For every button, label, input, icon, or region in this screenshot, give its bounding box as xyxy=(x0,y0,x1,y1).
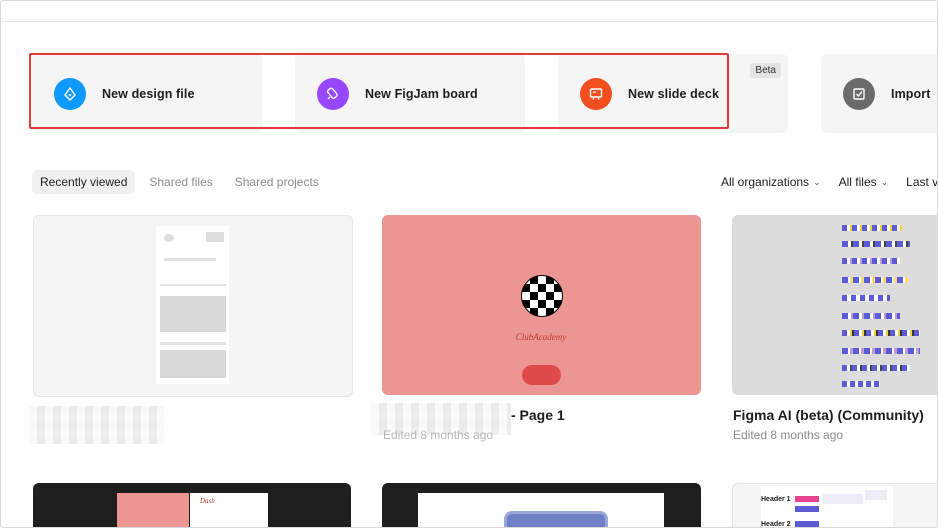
component-grid-preview xyxy=(840,225,920,387)
tab-shared-files[interactable]: Shared files xyxy=(141,170,220,194)
organizations-filter-label: All organizations xyxy=(721,175,810,189)
file-thumbnail[interactable]: ClubAcademy xyxy=(382,215,701,395)
chevron-down-icon: ⌄ xyxy=(880,176,889,187)
new-slide-deck-label: New slide deck xyxy=(628,86,720,101)
file-thumbnail[interactable] xyxy=(33,215,353,397)
thumbnail-pink-block xyxy=(117,493,189,527)
file-tabs: Recently viewed Shared files Shared proj… xyxy=(32,170,327,194)
file-edited-time: Edited 8 months ago xyxy=(383,428,494,442)
file-thumbnail[interactable]: Header 1 Header 2 xyxy=(732,483,937,528)
thumbnail-text: Header 2 xyxy=(761,521,791,528)
thumbnail-text: Dash xyxy=(200,497,215,505)
thumbnail-script-text: ClubAcademy xyxy=(515,332,567,342)
file-title: - Page 1 xyxy=(511,407,565,423)
tab-shared-projects[interactable]: Shared projects xyxy=(227,170,327,194)
pen-nib-icon xyxy=(54,77,86,110)
file-title: Figma AI (beta) (Community) xyxy=(733,407,924,423)
app-window: New design file New FigJam board New sli… xyxy=(0,0,938,528)
redacted-file-title xyxy=(29,406,164,444)
thumbnail-button-shape xyxy=(522,365,561,385)
sort-filter-label: Last vi xyxy=(906,175,938,189)
new-figjam-board-button[interactable]: New FigJam board xyxy=(295,54,525,133)
import-label: Import xyxy=(891,86,931,101)
thumbnail-page-preview: Header 1 Header 2 xyxy=(761,486,893,528)
chevron-down-icon: ⌄ xyxy=(813,176,821,187)
slides-icon xyxy=(580,77,612,110)
filter-bar: All organizations ⌄ All files ⌄ Last vi xyxy=(721,175,938,189)
top-divider xyxy=(1,21,937,22)
file-thumbnail[interactable] xyxy=(732,215,937,395)
marker-icon xyxy=(317,77,349,110)
new-figjam-board-label: New FigJam board xyxy=(365,86,478,101)
tab-recently-viewed[interactable]: Recently viewed xyxy=(32,170,136,194)
files-filter-label: All files xyxy=(838,175,877,189)
file-edited-time: Edited 8 months ago xyxy=(733,428,844,442)
thumbnail-page-preview: Dash xyxy=(190,493,268,527)
file-thumbnail[interactable]: Dash xyxy=(33,483,351,527)
sort-filter[interactable]: Last vi xyxy=(906,175,938,189)
new-design-file-label: New design file xyxy=(102,86,195,101)
checkered-logo-icon xyxy=(521,275,563,317)
thumbnail-text: Header 1 xyxy=(761,496,791,503)
file-thumbnail[interactable] xyxy=(382,483,701,527)
import-button[interactable]: Import xyxy=(821,54,937,133)
thumbnail-page-preview xyxy=(418,493,664,527)
wireframe-preview xyxy=(156,226,229,384)
new-design-file-button[interactable]: New design file xyxy=(32,54,262,133)
import-icon xyxy=(843,77,875,110)
files-filter[interactable]: All files ⌄ xyxy=(839,175,889,189)
beta-badge: Beta xyxy=(750,63,781,78)
organizations-filter[interactable]: All organizations ⌄ xyxy=(721,175,821,189)
new-slide-deck-button[interactable]: New slide deck Beta xyxy=(558,54,788,133)
